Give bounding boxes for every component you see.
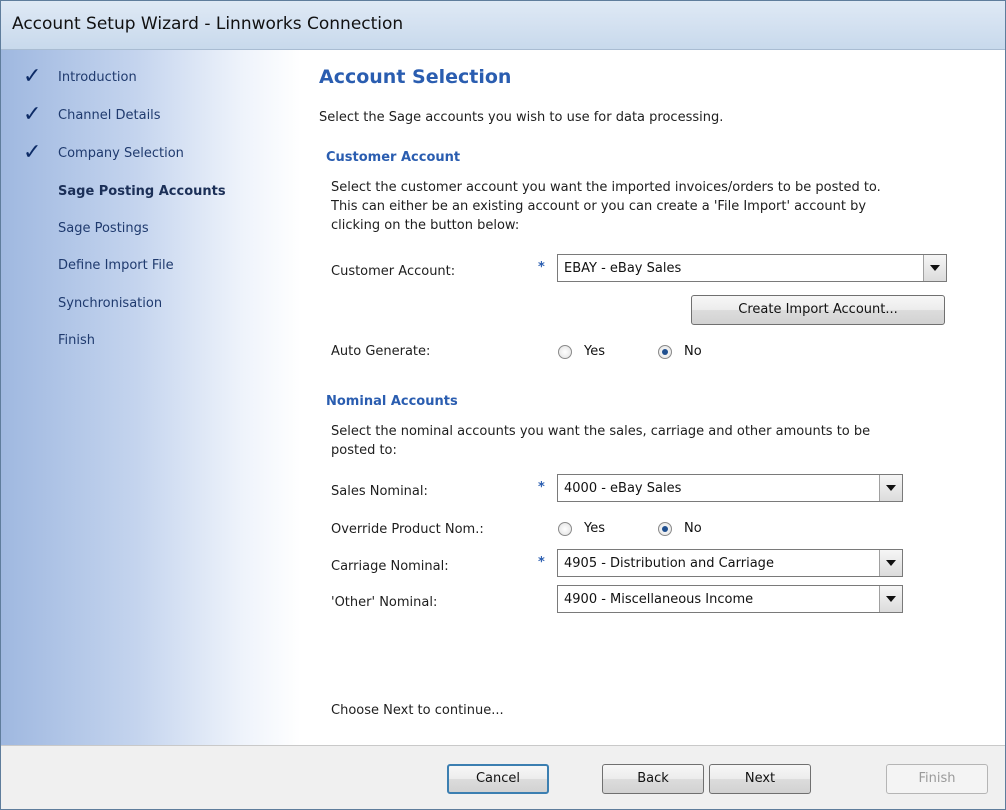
cancel-button[interactable]: Cancel (447, 764, 549, 794)
auto-generate-yes-radio[interactable] (558, 345, 572, 359)
wizard-footer: Cancel Back Next Finish (1, 745, 1005, 809)
step-label: Channel Details (58, 108, 161, 123)
customer-desc-line1: Select the customer account you want the… (331, 180, 881, 195)
required-marker: * (538, 555, 545, 570)
auto-generate-label: Auto Generate: (331, 344, 431, 359)
other-nominal-select[interactable]: 4900 - Miscellaneous Income (557, 585, 903, 613)
step-synchronisation: Synchronisation (1, 293, 301, 315)
nominal-desc-line1: Select the nominal accounts you want the… (331, 424, 871, 439)
step-label: Define Import File (58, 258, 174, 273)
step-sage-posting-accounts: Sage Posting Accounts (1, 181, 301, 203)
wizard-steps-sidebar: ✓ Introduction ✓ Channel Details ✓ Compa… (1, 50, 301, 745)
customer-account-select[interactable]: EBAY - eBay Sales (557, 254, 947, 282)
window-title: Account Setup Wizard - Linnworks Connect… (12, 14, 404, 34)
checkmark-icon: ✓ (23, 64, 42, 89)
dropdown-button[interactable] (879, 550, 902, 576)
main-content: Account Selection Select the Sage accoun… (301, 50, 1005, 745)
sales-nominal-value: 4000 - eBay Sales (564, 481, 682, 496)
step-finish: Finish (1, 330, 301, 352)
dropdown-button[interactable] (879, 475, 902, 501)
nominal-accounts-section-title: Nominal Accounts (326, 394, 458, 409)
checkmark-icon: ✓ (23, 140, 42, 165)
customer-desc-line3: clicking on the button below: (331, 218, 520, 233)
intro-text: Select the Sage accounts you wish to use… (319, 110, 724, 125)
customer-account-label: Customer Account: (331, 264, 456, 279)
chevron-down-icon (886, 560, 896, 566)
step-channel-details: ✓ Channel Details (1, 102, 301, 127)
override-no-radio[interactable] (658, 522, 672, 536)
carriage-nominal-value: 4905 - Distribution and Carriage (564, 556, 774, 571)
override-yes-label: Yes (584, 521, 605, 536)
title-bar: Account Setup Wizard - Linnworks Connect… (1, 1, 1005, 50)
dropdown-button[interactable] (923, 255, 946, 281)
override-product-nom-label: Override Product Nom.: (331, 522, 484, 537)
customer-account-value: EBAY - eBay Sales (564, 261, 682, 276)
other-nominal-value: 4900 - Miscellaneous Income (564, 592, 754, 607)
auto-generate-no-label: No (684, 344, 702, 359)
auto-generate-no-radio[interactable] (658, 345, 672, 359)
step-label: Introduction (58, 70, 137, 85)
create-import-account-button[interactable]: Create Import Account... (691, 295, 945, 325)
customer-account-section-title: Customer Account (326, 150, 461, 165)
override-yes-radio[interactable] (558, 522, 572, 536)
back-button[interactable]: Back (602, 764, 704, 794)
dropdown-button[interactable] (879, 586, 902, 612)
page-title: Account Selection (319, 66, 512, 88)
override-no-label: No (684, 521, 702, 536)
step-introduction: ✓ Introduction (1, 64, 301, 89)
wizard-window: Account Setup Wizard - Linnworks Connect… (0, 0, 1006, 810)
carriage-nominal-label: Carriage Nominal: (331, 559, 449, 574)
step-define-import-file: Define Import File (1, 255, 301, 277)
override-product-nom-options: Yes No (558, 520, 728, 540)
next-button[interactable]: Next (709, 764, 811, 794)
auto-generate-options: Yes No (558, 343, 728, 363)
sales-nominal-select[interactable]: 4000 - eBay Sales (557, 474, 903, 502)
chevron-down-icon (886, 485, 896, 491)
step-company-selection: ✓ Company Selection (1, 140, 301, 165)
required-marker: * (538, 480, 545, 495)
step-label: Synchronisation (58, 296, 163, 311)
step-sage-postings: Sage Postings (1, 218, 301, 240)
checkmark-icon: ✓ (23, 102, 42, 127)
step-label: Company Selection (58, 146, 184, 161)
step-label: Sage Postings (58, 221, 149, 236)
carriage-nominal-select[interactable]: 4905 - Distribution and Carriage (557, 549, 903, 577)
required-marker: * (538, 260, 545, 275)
sales-nominal-label: Sales Nominal: (331, 484, 428, 499)
chevron-down-icon (886, 596, 896, 602)
chevron-down-icon (930, 265, 940, 271)
step-label: Finish (58, 333, 96, 348)
other-nominal-label: 'Other' Nominal: (331, 595, 438, 610)
step-label: Sage Posting Accounts (58, 184, 226, 199)
customer-desc-line2: This can either be an existing account o… (331, 199, 867, 214)
auto-generate-yes-label: Yes (584, 344, 605, 359)
nominal-desc-line2: posted to: (331, 443, 397, 458)
finish-button[interactable]: Finish (886, 764, 988, 794)
continue-hint: Choose Next to continue... (331, 703, 504, 718)
